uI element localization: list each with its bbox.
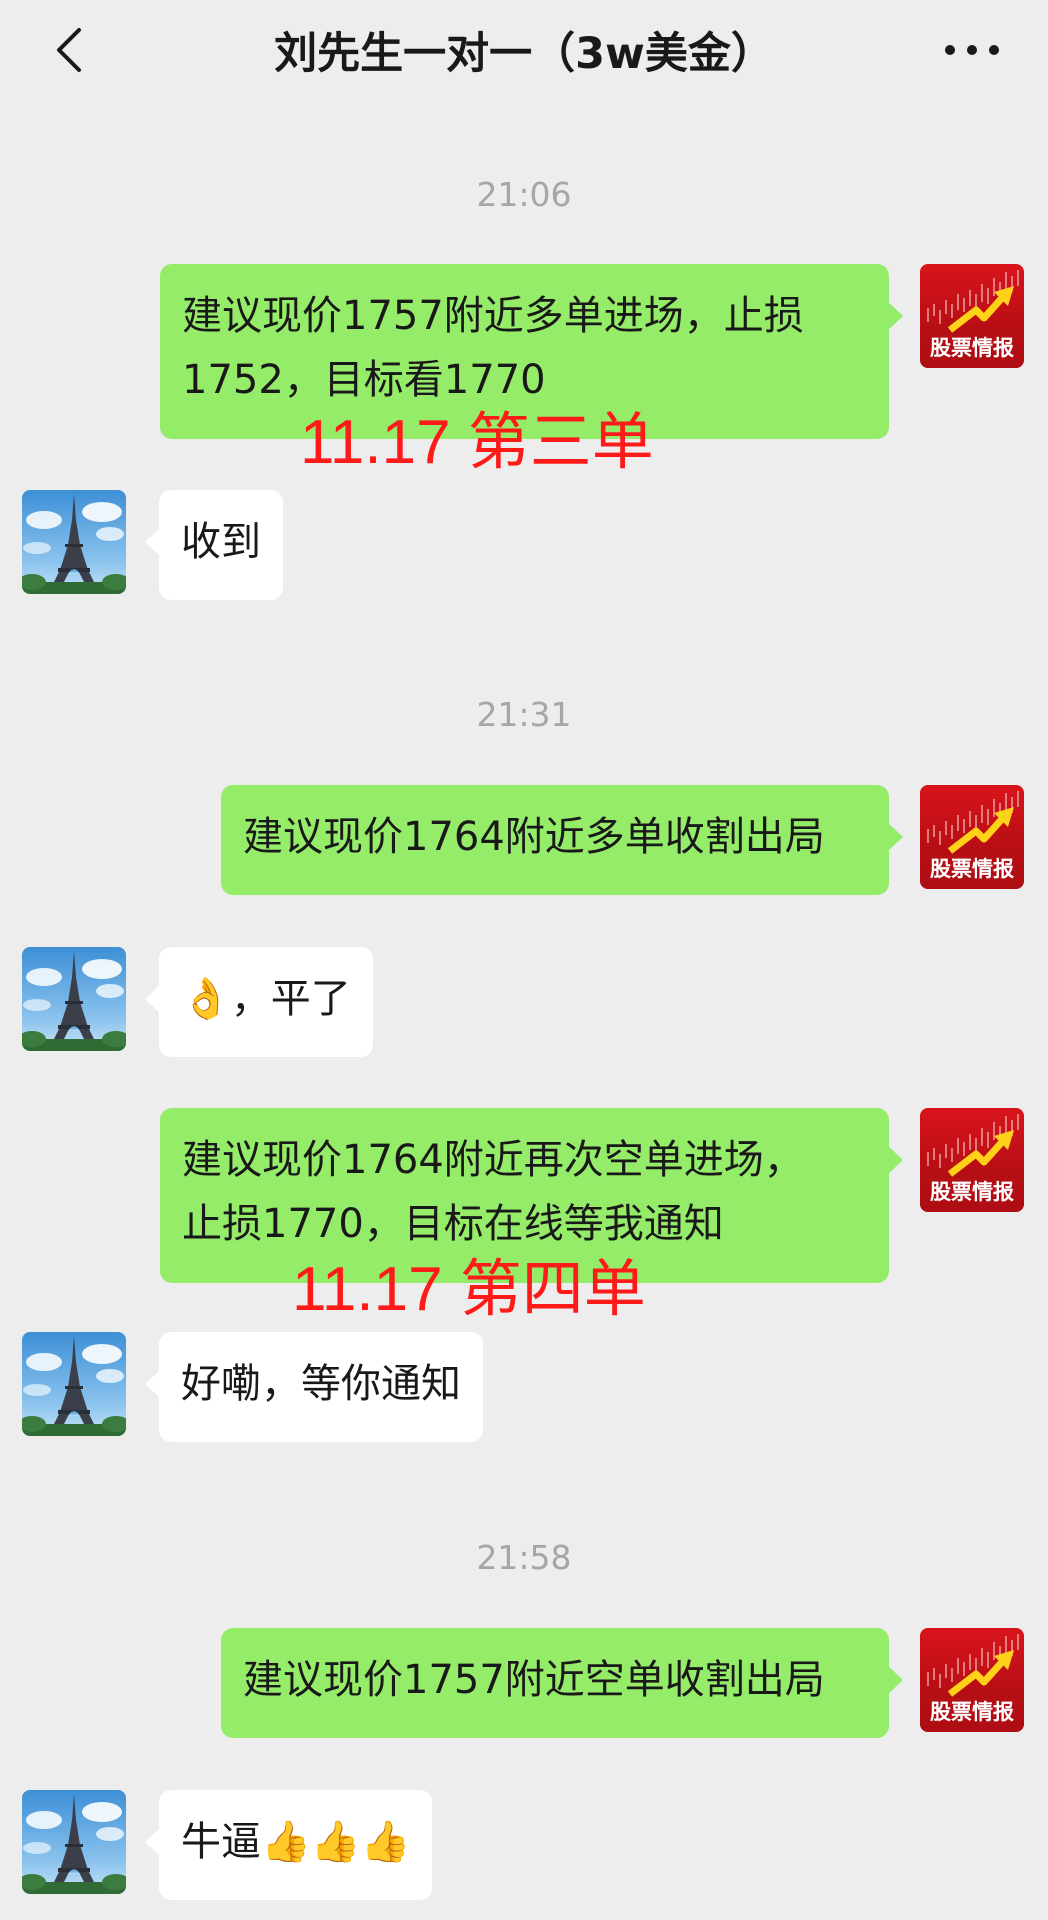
eiffel-tower-avatar	[22, 947, 126, 1051]
message-text: 收到	[181, 519, 261, 565]
received-message-bubble[interactable]: 好嘞，等你通知	[145, 1332, 483, 1442]
message-text: 好嘞，等你通知	[181, 1361, 461, 1407]
avatar-text: 股票情报	[930, 857, 1014, 881]
message-line: 建议现价1757附近空单收割出局	[243, 1657, 825, 1703]
message-text: 牛逼	[181, 1819, 261, 1865]
contact-avatar[interactable]	[22, 1332, 126, 1436]
chat-title: 刘先生一对一（3w美金）	[274, 29, 774, 79]
avatar-text: 股票情报	[930, 336, 1014, 360]
more-button[interactable]	[934, 20, 1010, 80]
red-annotation: 11.17 第三单	[300, 408, 654, 477]
message-line: 建议现价1764附近再次空单进场，	[182, 1137, 804, 1183]
chat-header: 刘先生一对一（3w美金）	[0, 0, 1048, 108]
timestamp: 21:06	[476, 175, 572, 214]
message-text: ，平了	[230, 976, 351, 1022]
message-line: 1752，目标看1770	[182, 357, 546, 403]
self-avatar[interactable]: 股票情报	[920, 264, 1024, 368]
received-message-bubble[interactable]: 牛逼👍👍👍	[144, 1790, 433, 1900]
self-avatar[interactable]: 股票情报	[920, 1108, 1024, 1212]
timestamp: 21:31	[476, 695, 572, 734]
message-line: 建议现价1764附近多单收割出局	[243, 814, 825, 860]
contact-avatar[interactable]	[22, 1790, 126, 1894]
message-line: 止损1770，目标在线等我通知	[182, 1201, 724, 1247]
more-dots-icon	[945, 45, 999, 55]
chevron-left-icon	[57, 28, 81, 72]
back-button[interactable]	[38, 14, 98, 86]
message-line: 建议现价1757附近多单进场，止损	[182, 293, 804, 339]
sent-message-bubble[interactable]: 建议现价1757附近空单收割出局	[221, 1628, 903, 1738]
ok-hand-emoji: 👌	[181, 976, 231, 1022]
sent-message-bubble[interactable]: 建议现价1764附近多单收割出局	[221, 785, 903, 895]
eiffel-tower-avatar	[22, 1790, 126, 1894]
self-avatar[interactable]: 股票情报	[920, 785, 1024, 889]
received-message-bubble[interactable]: 收到	[145, 490, 283, 600]
self-avatar[interactable]: 股票情报	[920, 1628, 1024, 1732]
avatar-text: 股票情报	[930, 1700, 1014, 1724]
red-annotation: 11.17 第四单	[292, 1255, 646, 1324]
received-message-bubble[interactable]: 👌，平了	[145, 947, 373, 1057]
avatar-text: 股票情报	[930, 1180, 1014, 1204]
eiffel-tower-avatar	[22, 1332, 126, 1436]
contact-avatar[interactable]	[22, 947, 126, 1051]
contact-avatar[interactable]	[22, 490, 126, 594]
eiffel-tower-avatar	[22, 490, 126, 594]
thumbs-up-emoji: 👍👍👍	[261, 1819, 411, 1865]
timestamp: 21:58	[476, 1538, 572, 1577]
